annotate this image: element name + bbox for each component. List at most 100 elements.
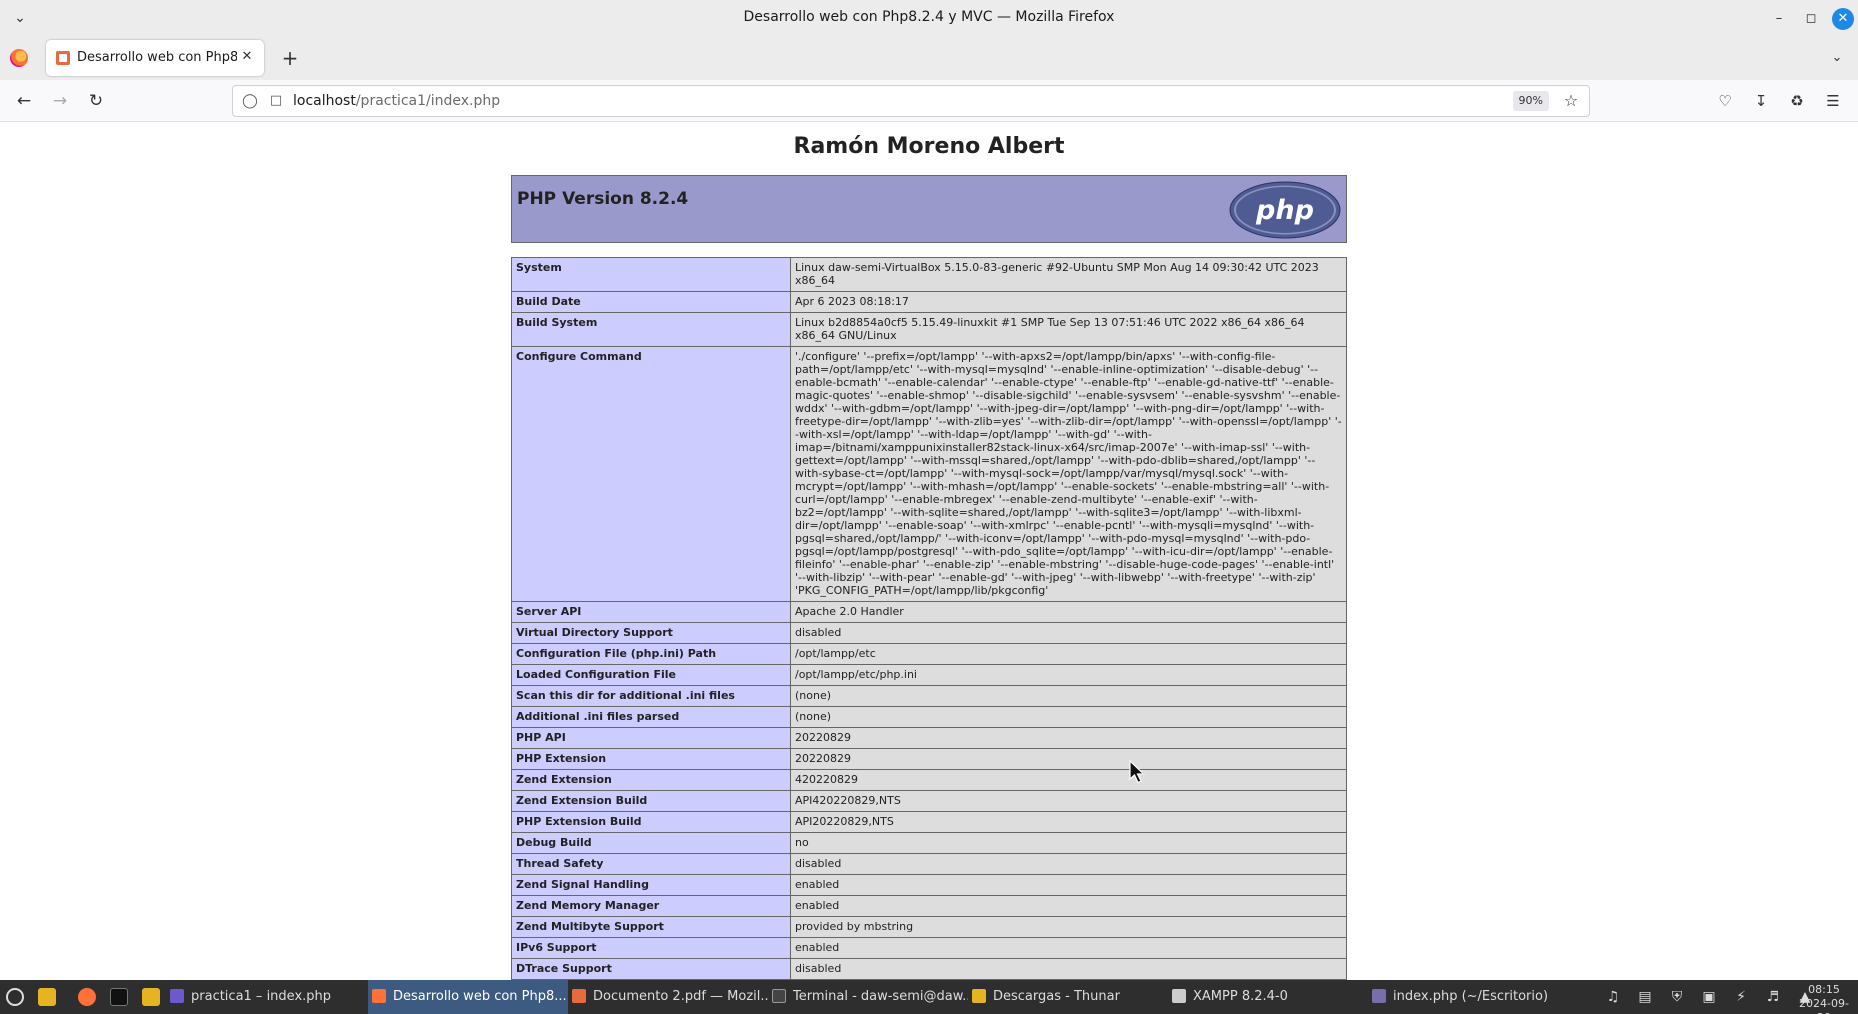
files-launcher-icon[interactable]	[38, 988, 56, 1006]
hamburger-menu-icon[interactable]: ☰	[1822, 90, 1844, 112]
table-row: Build System Linux b2d8854a0cf5 5.15.49-l…	[511, 312, 1347, 347]
info-key: PHP Extension	[511, 748, 791, 770]
table-row: Zend Signal Handling enabled	[511, 874, 1347, 896]
info-value: API420220829,NTS	[790, 790, 1347, 812]
table-row: Debug Build no	[511, 832, 1347, 854]
task-icon	[1172, 988, 1186, 1003]
task-firefox-active[interactable]: Desarrollo web con Php8....	[368, 980, 568, 1014]
pocket-icon[interactable]: ♡	[1714, 90, 1736, 112]
info-value: (none)	[790, 685, 1347, 707]
tab-active[interactable]: Desarrollo web con Php8.2.4 y MVC ✕	[46, 40, 264, 76]
info-value: /opt/lampp/etc/php.ini	[790, 664, 1347, 686]
task-icon	[972, 988, 986, 1003]
new-tab-button[interactable]: +	[279, 48, 301, 70]
app-menu-icon[interactable]	[6, 988, 24, 1006]
mouse-pointer-icon	[1129, 760, 1145, 784]
volume-icon[interactable]: ♬	[1764, 988, 1782, 1006]
task-practica1[interactable]: practica1 – index.php	[170, 980, 366, 1014]
info-key: IPv6 Support	[511, 937, 791, 959]
info-key: PHP API	[511, 727, 791, 749]
security-shield-icon[interactable]: ⛨	[1668, 988, 1686, 1006]
php-logo-text: php	[1255, 195, 1314, 226]
tab-favicon-icon	[56, 51, 70, 65]
table-row: System Linux daw-semi-VirtualBox 5.15.0-8…	[511, 257, 1347, 292]
task-thunar[interactable]: Descargas - Thunar	[972, 980, 1168, 1014]
tracking-protection-shield-icon[interactable]: ◯	[241, 92, 259, 110]
info-value: Linux b2d8854a0cf5 5.15.49-linuxkit #1 S…	[790, 312, 1347, 347]
folder-launcher-icon[interactable]	[142, 988, 160, 1006]
info-key: System	[511, 257, 791, 292]
clipboard-icon[interactable]: ▤	[1636, 988, 1654, 1006]
info-key: Debug Build	[511, 832, 791, 854]
system-taskbar: practica1 – index.php Desarrollo web con…	[0, 980, 1858, 1014]
tab-close-icon[interactable]: ✕	[238, 48, 256, 66]
task-icon	[170, 988, 184, 1003]
info-value: API20220829,NTS	[790, 811, 1347, 833]
minimize-button[interactable]: –	[1768, 8, 1790, 30]
firefox-launcher-icon[interactable]	[78, 988, 96, 1006]
table-row: Zend Multibyte Support provided by mbstri…	[511, 916, 1347, 938]
power-icon[interactable]: ⚡	[1732, 988, 1750, 1006]
table-row: Loaded Configuration File/opt/lampp/etc/…	[511, 664, 1347, 686]
reload-button[interactable]: ↻	[84, 89, 108, 113]
bookmark-star-icon[interactable]: ☆	[1561, 91, 1581, 111]
info-value: 20220829	[790, 748, 1347, 770]
info-value: disabled	[790, 622, 1347, 644]
info-value: enabled	[790, 937, 1347, 959]
clock-date: 2024-09-29	[1799, 997, 1849, 1014]
table-row: Virtual Directory Support disabled	[511, 622, 1347, 644]
list-all-tabs-chevron-icon[interactable]: ⌄	[1828, 49, 1846, 67]
php-version-title: PHP Version 8.2.4	[517, 189, 689, 209]
info-key: Additional .ini files parsed	[511, 706, 791, 728]
firefox-menu-icon[interactable]	[10, 49, 28, 67]
info-value: './configure' '--prefix=/opt/lampp' '--w…	[790, 346, 1347, 602]
task-xampp[interactable]: XAMPP 8.2.4-0	[1172, 980, 1368, 1014]
tab-label: Desarrollo web con Php8.2.4 y MVC	[77, 50, 237, 65]
page-info-icon[interactable]: □	[267, 92, 285, 110]
info-value: Apr 6 2023 08:18:17	[790, 291, 1347, 313]
window-switch-icon[interactable]: ▣	[1700, 988, 1718, 1006]
maximize-button[interactable]: ◻	[1800, 8, 1822, 30]
info-key: PHP Extension Build	[511, 811, 791, 833]
table-row: DTrace Support disabled	[511, 958, 1347, 980]
info-key: Configure Command	[511, 346, 791, 602]
info-value: no	[790, 832, 1347, 854]
task-icon	[372, 988, 386, 1003]
php-version-header: PHP Version 8.2.4 php	[511, 175, 1347, 243]
info-value: enabled	[790, 895, 1347, 917]
page-content: Ramón Moreno Albert PHP Version 8.2.4 ph…	[0, 122, 1858, 980]
forward-button[interactable]: →	[48, 89, 72, 113]
task-documento-pdf[interactable]: Documento 2.pdf — Mozil...	[572, 980, 768, 1014]
table-row: Zend Extension 420220829	[511, 769, 1347, 791]
info-key: Configuration File (php.ini) Path	[511, 643, 791, 665]
task-label: Descargas - Thunar	[993, 989, 1120, 1004]
url-text[interactable]: localhost/practica1/index.php	[293, 93, 500, 109]
notifications-bell-icon[interactable]: ♫	[1604, 988, 1622, 1006]
table-row: Zend Memory Manager enabled	[511, 895, 1347, 917]
clock-time: 08:15	[1808, 983, 1840, 996]
task-label: XAMPP 8.2.4-0	[1193, 989, 1288, 1004]
table-row: Configure Command './configure' '--prefix…	[511, 346, 1347, 602]
task-index-php-editor[interactable]: index.php (~/Escritorio)	[1372, 980, 1572, 1014]
info-key: Zend Multibyte Support	[511, 916, 791, 938]
task-label: index.php (~/Escritorio)	[1393, 989, 1549, 1004]
zoom-level-badge[interactable]: 90%	[1512, 91, 1549, 111]
back-button[interactable]: ←	[12, 89, 36, 113]
terminal-launcher-icon[interactable]	[110, 988, 128, 1006]
table-row: PHP Extension Build API20220829,NTS	[511, 811, 1347, 833]
url-path: /practica1/index.php	[355, 93, 501, 109]
clock[interactable]: 08:15 2024-09-29	[1798, 983, 1850, 1014]
address-bar[interactable]: ◯ □ localhost/practica1/index.php 90% ☆	[232, 85, 1590, 117]
task-terminal[interactable]: Terminal - daw-semi@daw...	[772, 980, 968, 1014]
extensions-icon[interactable]: ♻	[1786, 90, 1808, 112]
downloads-icon[interactable]: ↧	[1750, 90, 1772, 112]
info-key: DTrace Support	[511, 958, 791, 980]
close-window-button[interactable]: ✕	[1832, 8, 1854, 30]
php-logo-icon[interactable]: php	[1229, 181, 1341, 239]
url-host: localhost	[293, 93, 356, 109]
info-value: 20220829	[790, 727, 1347, 749]
table-row: Thread Safety disabled	[511, 853, 1347, 875]
task-label: Desarrollo web con Php8....	[393, 989, 568, 1004]
info-value: Linux daw-semi-VirtualBox 5.15.0-83-gene…	[790, 257, 1347, 292]
info-value: (none)	[790, 706, 1347, 728]
